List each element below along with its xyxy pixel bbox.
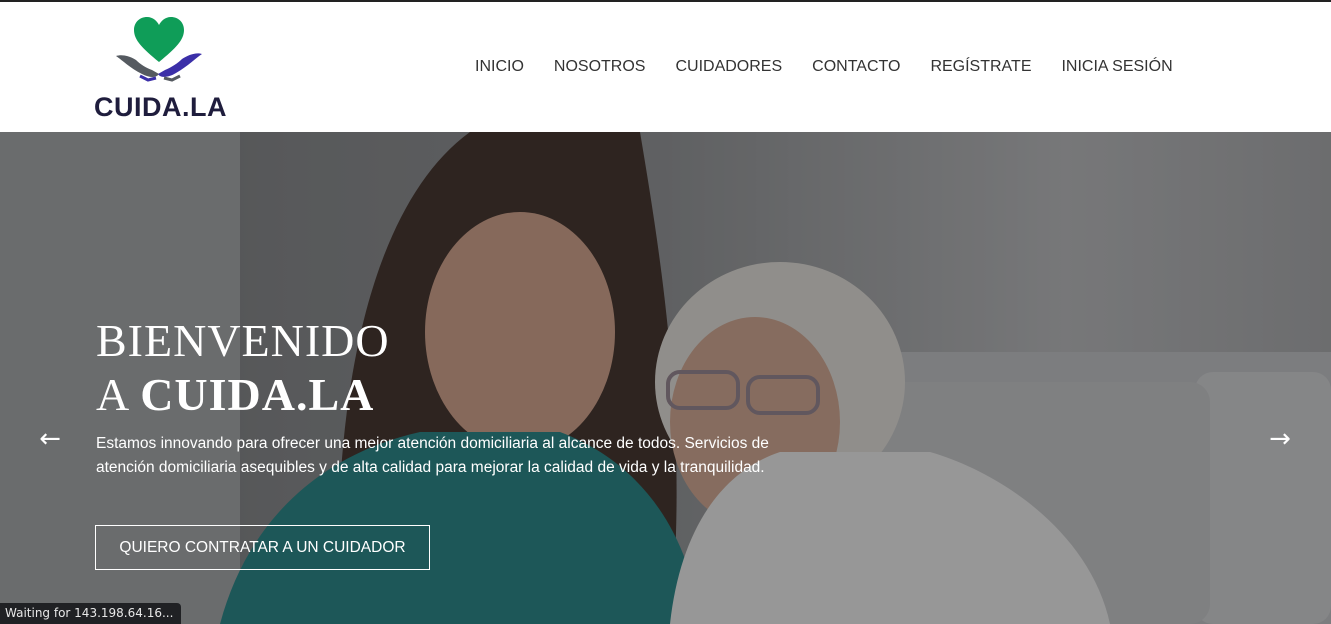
arrow-left-icon[interactable]: ← [35,424,65,454]
browser-status-bar: Waiting for 143.198.64.16... [0,603,182,624]
hero-title: BIENVENIDO A CUIDA.LA [96,314,390,422]
logo[interactable]: CUIDA.LA [92,16,232,124]
nav-item-inicio[interactable]: INICIO [475,58,524,76]
logo-text: CUIDA.LA [94,92,227,122]
site-header: CUIDA.LA INICIO NOSOTROS CUIDADORES CONT… [0,2,1331,132]
nav-item-inicia-sesion[interactable]: INICIA SESIÓN [1061,58,1172,76]
hero-title-line2: A CUIDA.LA [96,368,390,422]
nav-item-registrate[interactable]: REGÍSTRATE [930,58,1031,76]
nav-item-nosotros[interactable]: NOSOTROS [554,58,646,76]
hero-slider: BIENVENIDO A CUIDA.LA Estamos innovando … [0,132,1331,624]
hero-title-line1: BIENVENIDO [96,315,390,366]
hero-subtitle: Estamos innovando para ofrecer una mejor… [96,435,769,476]
main-nav: INICIO NOSOTROS CUIDADORES CONTACTO REGÍ… [475,58,1203,76]
hero-title-prefix: A [96,369,141,420]
hire-caregiver-button[interactable]: QUIERO CONTRATAR A UN CUIDADOR [95,525,430,570]
arrow-right-icon[interactable]: → [1265,424,1295,454]
nav-item-contacto[interactable]: CONTACTO [812,58,900,76]
hero-title-brand: CUIDA.LA [140,369,375,420]
nav-item-cuidadores[interactable]: CUIDADORES [675,58,782,76]
logo-hands-heart-icon [116,17,202,82]
